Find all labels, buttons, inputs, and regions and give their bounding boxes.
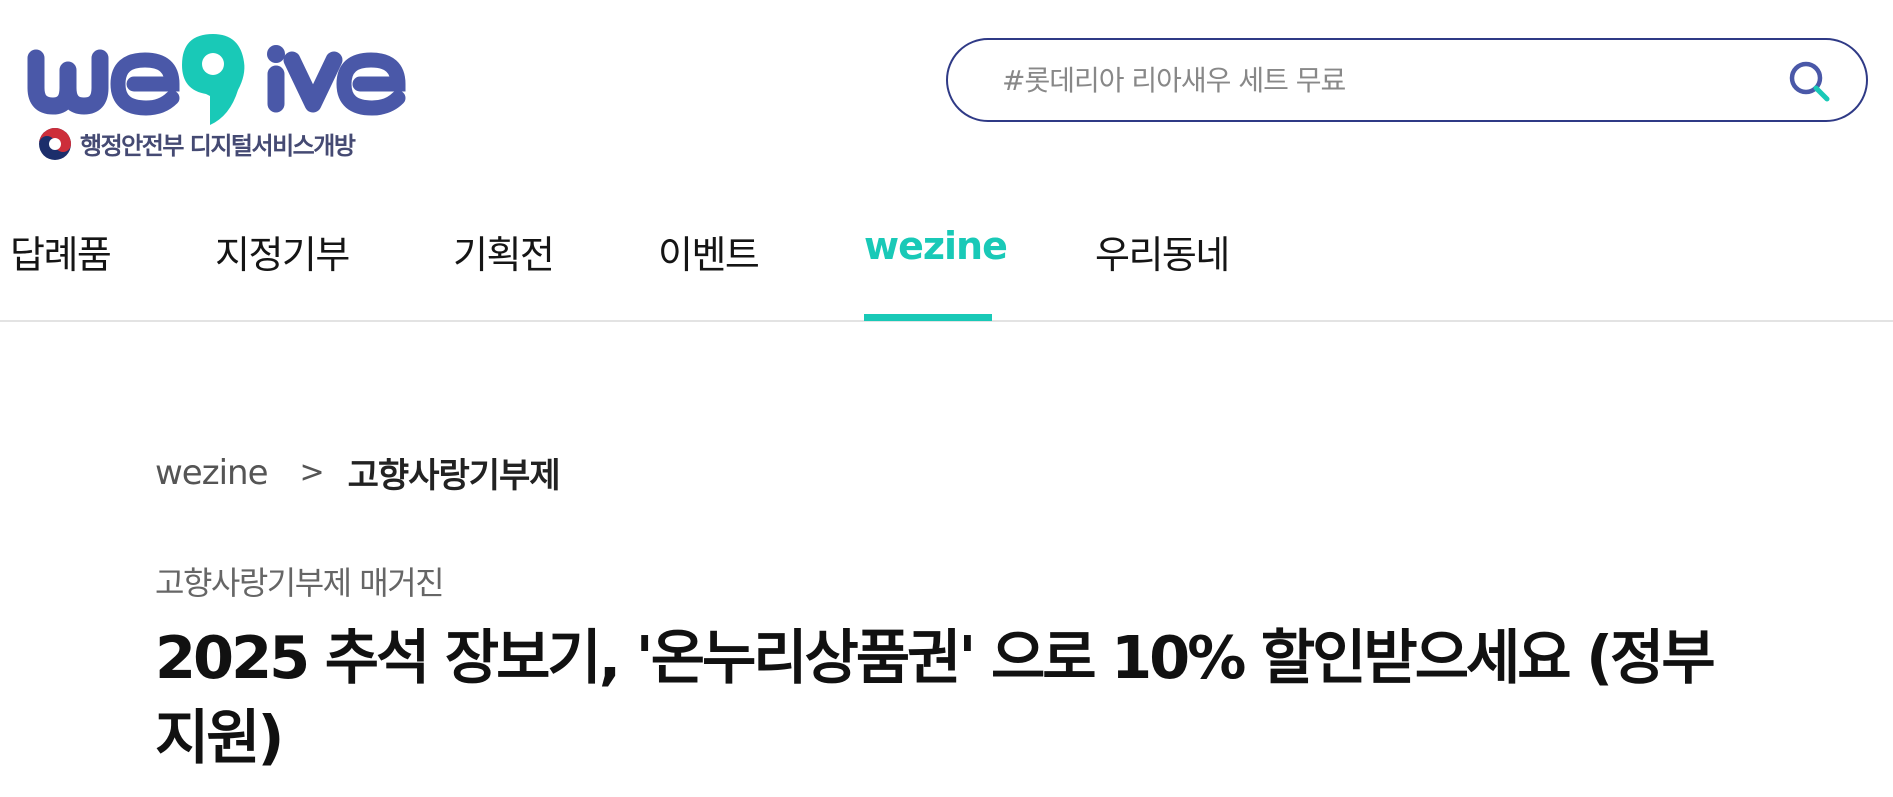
- search-bar: [946, 38, 1868, 122]
- article-category: 고향사랑기부제 매거진: [155, 564, 445, 602]
- site-header: 행정안전부 디지털서비스개방: [0, 0, 1893, 175]
- wegive-logo-icon: [27, 34, 406, 125]
- logo-subtitle-text: 행정안전부 디지털서비스개방: [80, 132, 356, 160]
- government-emblem-icon: [39, 127, 71, 160]
- site-logo[interactable]: 행정안전부 디지털서비스개방: [26, 30, 406, 165]
- nav-item-neighborhood[interactable]: 우리동네: [1095, 224, 1230, 308]
- breadcrumb-separator: >: [299, 455, 325, 490]
- nav-item-exhibition[interactable]: 기획전: [453, 224, 555, 308]
- main-nav: 답례품 지정기부 기획전 이벤트 wezine 우리동네: [0, 210, 1893, 322]
- nav-active-indicator: [864, 314, 992, 321]
- breadcrumb-home-link[interactable]: wezine: [155, 453, 268, 493]
- search-input[interactable]: [1000, 54, 1724, 106]
- search-button[interactable]: [1786, 58, 1832, 104]
- nav-item-wezine[interactable]: wezine: [864, 224, 1008, 308]
- breadcrumb: wezine > 고향사랑기부제: [155, 448, 561, 497]
- page: 행정안전부 디지털서비스개방 답례품 지정기부 기획전 이벤트 wezine 우…: [0, 0, 1893, 797]
- nav-item-gifts[interactable]: 답례품: [10, 224, 112, 308]
- logo-subtitle: 행정안전부 디지털서비스개방: [38, 126, 356, 161]
- search-icon: [1789, 61, 1830, 102]
- article-title: 2025 추석 장보기, '온누리상품권' 으로 10% 할인받으세요 (정부 …: [155, 623, 1716, 772]
- nav-item-event[interactable]: 이벤트: [658, 224, 760, 308]
- nav-item-designated-donation[interactable]: 지정기부: [215, 224, 350, 308]
- breadcrumb-current: 고향사랑기부제: [347, 456, 561, 496]
